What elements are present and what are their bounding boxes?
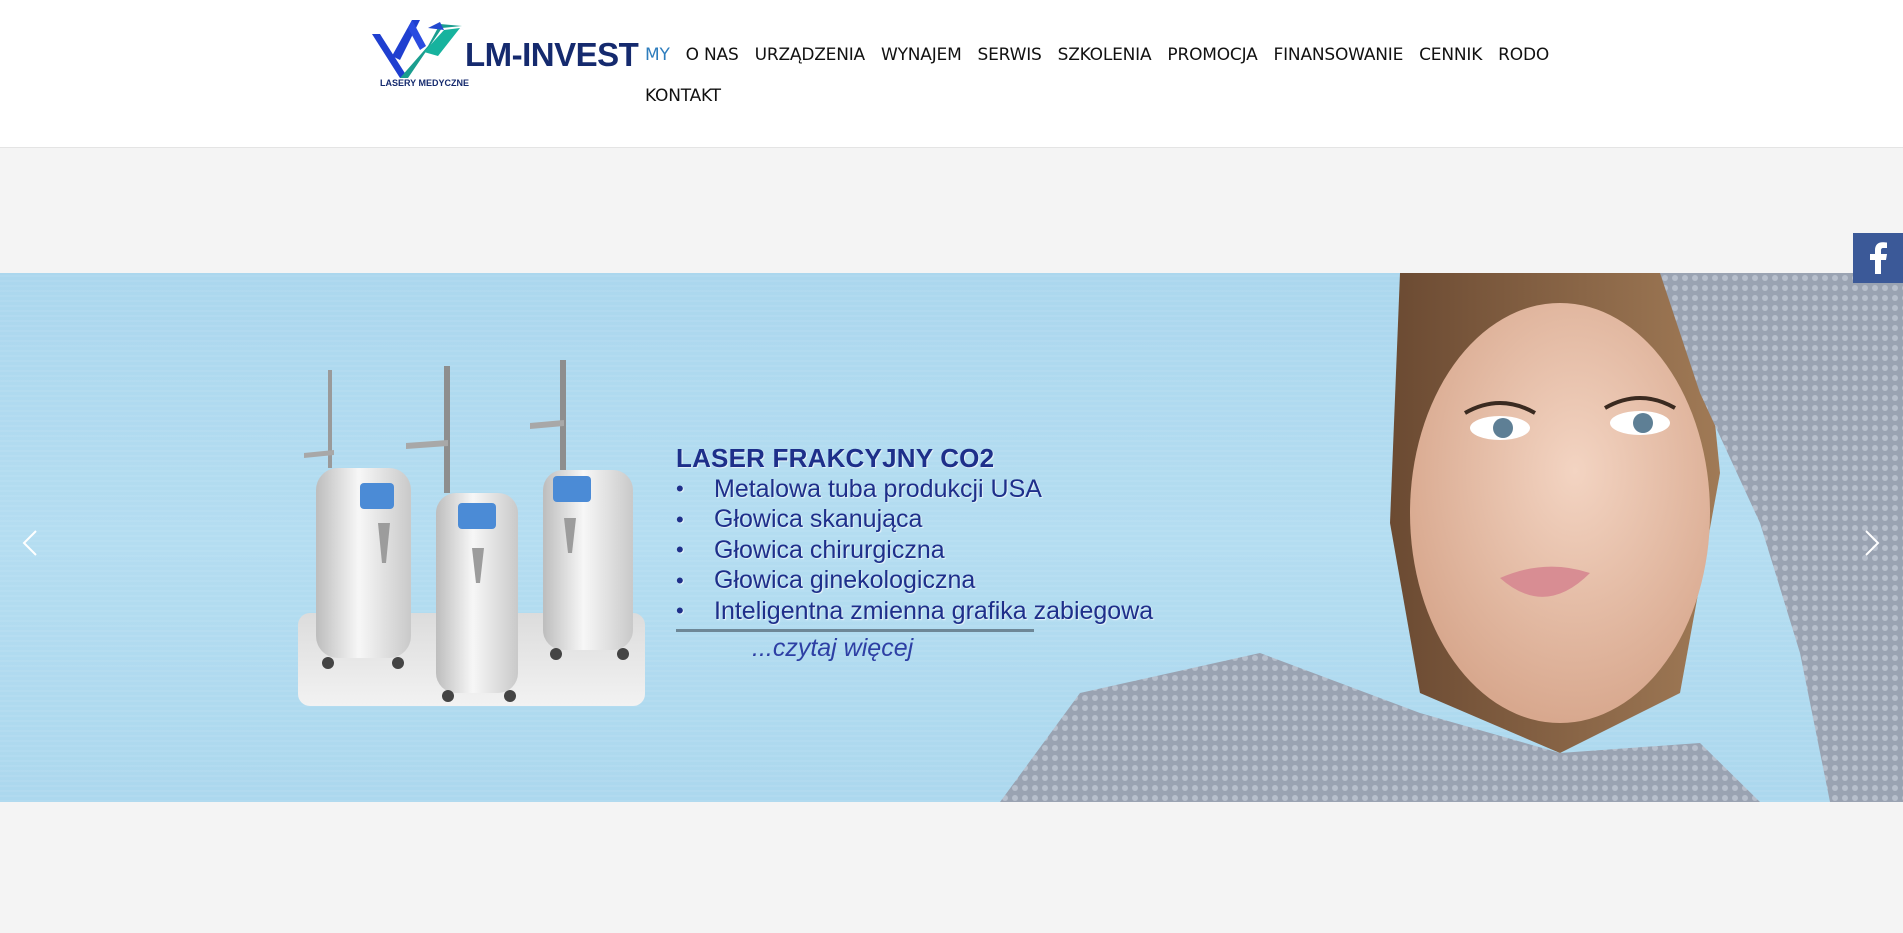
nav-item-finansowanie[interactable]: FINANSOWANIE — [1274, 45, 1404, 65]
nav-item-kontakt[interactable]: KONTAKT — [645, 86, 721, 106]
site-logo[interactable]: LM-INVEST LASERY MEDYCZNE — [370, 16, 639, 96]
site-header: LM-INVEST LASERY MEDYCZNE MY O NAS URZĄD… — [0, 0, 1903, 148]
nav-item-cennik[interactable]: CENNIK — [1419, 45, 1482, 65]
brand-tagline: LASERY MEDYCZNE — [380, 78, 470, 88]
nav-item-wynajem[interactable]: WYNAJEM — [881, 45, 962, 65]
nav-item-rodo[interactable]: RODO — [1498, 45, 1549, 65]
nav-item-urzadzenia[interactable]: URZĄDZENIA — [755, 45, 866, 65]
laser-devices-image — [298, 360, 645, 706]
slider-next-button[interactable] — [1856, 523, 1886, 563]
nav-row-1: MY O NAS URZĄDZENIA WYNAJEM SERWIS SZKOL… — [645, 34, 1549, 75]
slider-prev-button[interactable] — [16, 523, 46, 563]
divider-line — [676, 628, 1034, 632]
nav-item-o-nas[interactable]: O NAS — [686, 45, 739, 65]
nav-item-promocja[interactable]: PROMOCJA — [1167, 45, 1257, 65]
chevron-left-icon — [22, 530, 37, 556]
model-photo — [1000, 273, 1903, 802]
brand-name: LM-INVEST — [465, 36, 639, 73]
chevron-right-icon — [1865, 530, 1880, 556]
main-navigation: MY O NAS URZĄDZENIA WYNAJEM SERWIS SZKOL… — [645, 34, 1549, 116]
facebook-icon — [1870, 242, 1887, 274]
nav-item-my[interactable]: MY — [645, 45, 670, 65]
nav-row-2: KONTAKT — [645, 75, 1525, 116]
facebook-button[interactable] — [1853, 233, 1903, 283]
nav-item-szkolenia[interactable]: SZKOLENIA — [1058, 45, 1152, 65]
nav-item-serwis[interactable]: SERWIS — [978, 45, 1042, 65]
hero-slider: LASER FRAKCYJNY CO2 • Metalowa tuba prod… — [0, 273, 1903, 802]
